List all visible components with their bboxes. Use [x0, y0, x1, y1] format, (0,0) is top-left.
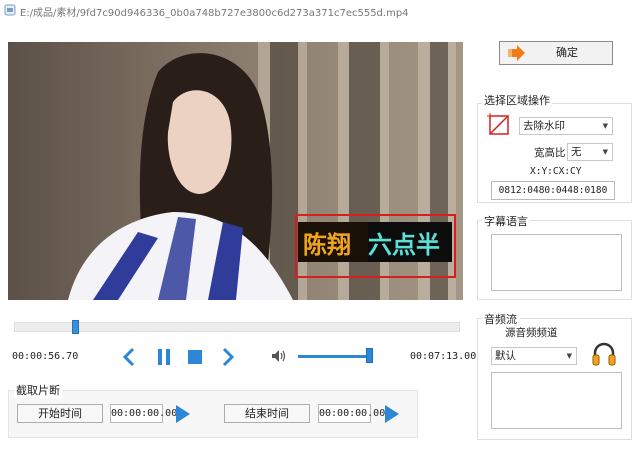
- region-operation-value: 去除水印: [523, 120, 565, 132]
- volume-slider[interactable]: [298, 355, 370, 358]
- headphones-icon: [592, 342, 616, 366]
- chevron-down-icon: ▼: [602, 122, 608, 130]
- start-time-button[interactable]: 开始时间: [17, 404, 103, 423]
- selection-rectangle[interactable]: [295, 214, 456, 278]
- chevron-down-icon: ▼: [566, 352, 572, 360]
- coord-field[interactable]: 0812:0480:0448:0180: [491, 181, 615, 200]
- audio-stream-list[interactable]: [491, 372, 622, 429]
- pause-icon[interactable]: [156, 348, 172, 366]
- window-title: E:/成品/素材/9fd7c90d946336_0b0a748b727e3800…: [20, 8, 409, 19]
- volume-thumb[interactable]: [366, 348, 373, 363]
- current-time: 00:00:56.70: [12, 351, 79, 362]
- audio-source-label: 源音频频道: [505, 327, 558, 339]
- speaker-icon[interactable]: [271, 349, 287, 363]
- audio-source-select[interactable]: 默认 ▼: [491, 347, 577, 365]
- crop-icon[interactable]: [487, 113, 511, 137]
- aspect-value: 无: [571, 146, 582, 158]
- chevron-left-icon[interactable]: [122, 347, 136, 367]
- arrow-right-icon: [508, 45, 525, 61]
- aspect-label: 宽高比: [534, 147, 566, 159]
- region-operation-select[interactable]: 去除水印 ▼: [519, 117, 613, 135]
- chevron-right-icon[interactable]: [221, 347, 235, 367]
- seek-bar[interactable]: [14, 322, 460, 332]
- start-time-field[interactable]: 00:00:00.00: [110, 404, 177, 423]
- video-preview[interactable]: 陈翔 六点半: [8, 42, 463, 300]
- region-panel-title: 选择区域操作: [482, 92, 552, 108]
- total-time: 00:07:13.00: [410, 351, 477, 362]
- stop-icon[interactable]: [188, 350, 202, 364]
- subtitle-list[interactable]: [491, 234, 622, 291]
- confirm-button[interactable]: 确定: [499, 41, 613, 65]
- audio-source-value: 默认: [495, 350, 516, 362]
- coord-format-label: X:Y:CX:CY: [530, 166, 582, 177]
- end-time-field[interactable]: 00:00:00.00: [318, 404, 385, 423]
- end-time-button[interactable]: 结束时间: [224, 404, 310, 423]
- play-icon[interactable]: [384, 404, 400, 424]
- aspect-select[interactable]: 无 ▼: [567, 143, 613, 161]
- title-bar: E:/成品/素材/9fd7c90d946336_0b0a748b727e3800…: [0, 0, 640, 22]
- confirm-label: 确定: [556, 46, 578, 59]
- clip-group-title: 截取片断: [14, 382, 62, 398]
- app-icon: [4, 4, 16, 16]
- chevron-down-icon: ▼: [602, 148, 608, 156]
- play-icon[interactable]: [175, 404, 191, 424]
- seek-thumb[interactable]: [72, 320, 79, 334]
- subtitle-panel-title: 字幕语言: [482, 213, 530, 229]
